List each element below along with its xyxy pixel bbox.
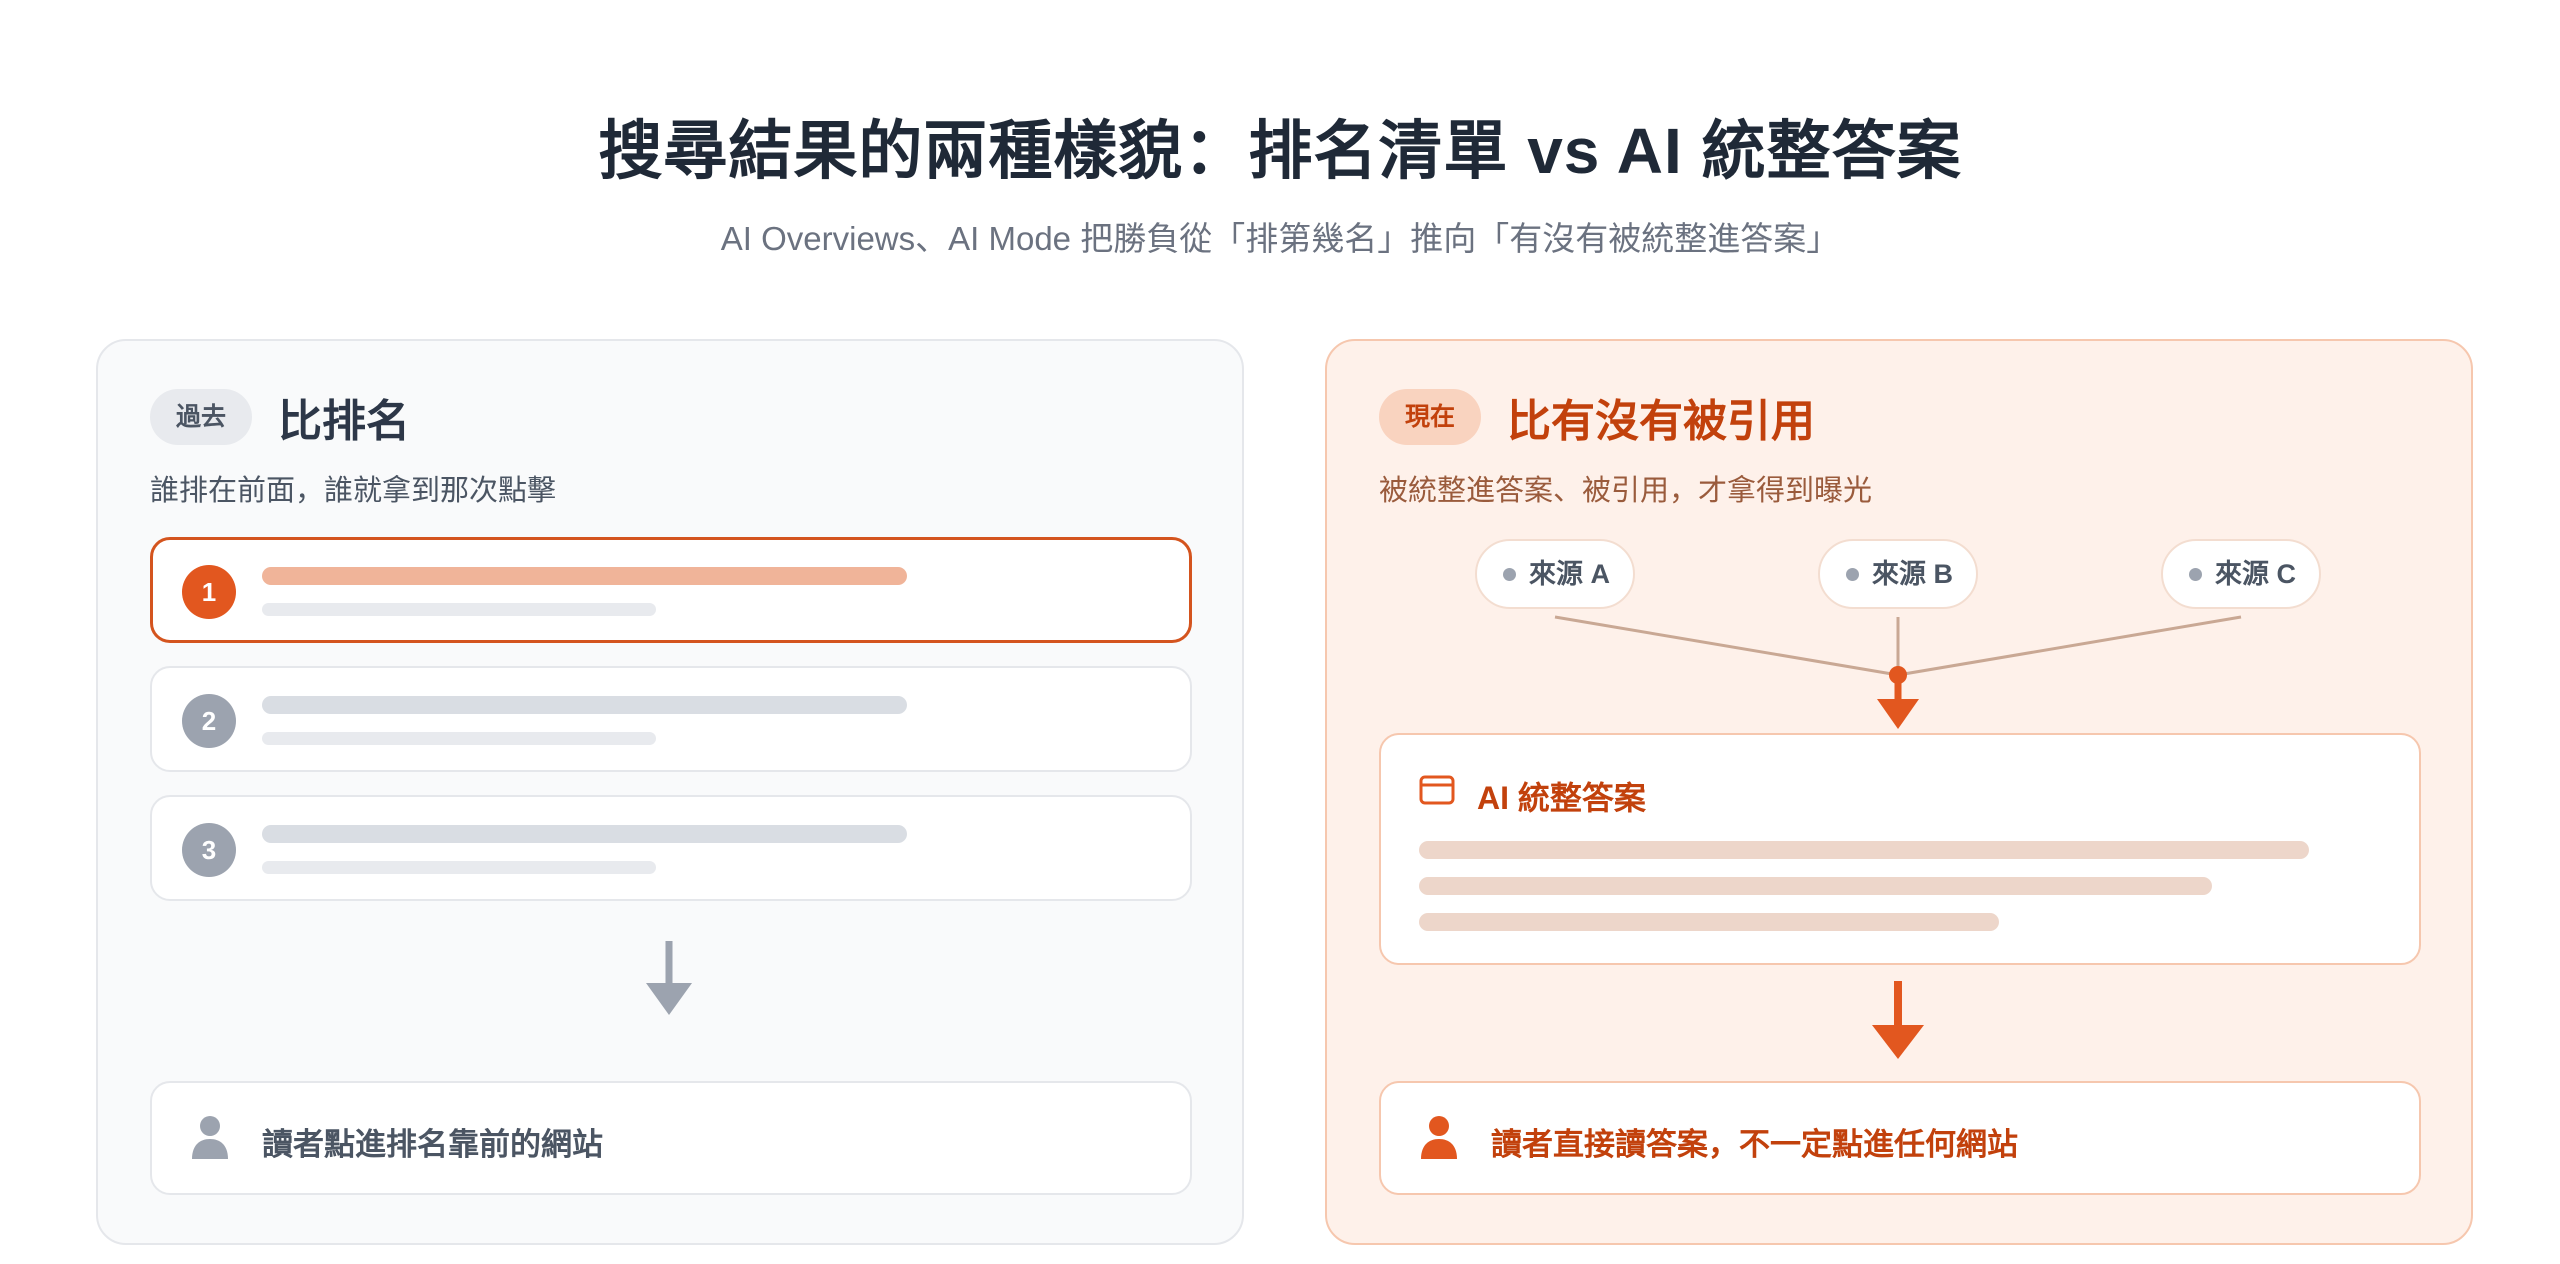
ai-answer-card: AI 統整答案 <box>1379 733 2421 965</box>
dot-icon <box>1846 568 1859 581</box>
page-title: 搜尋結果的兩種樣貌：排名清單 vs AI 統整答案 <box>598 115 1962 187</box>
source-c: 來源 C <box>2161 539 2321 609</box>
source-label: 來源 B <box>1872 559 1953 589</box>
source-a: 來源 A <box>1475 539 1635 609</box>
present-result-text: 讀者直接讀答案，不一定點進任何網站 <box>1491 1127 2018 1162</box>
present-panel: 現在 比有沒有被引用 被統整進答案、被引用，才拿得到曝光 來源 A 來源 B 來… <box>1325 339 2473 1245</box>
browser-window-icon <box>1419 775 1455 805</box>
down-arrow-icon <box>1877 699 1919 729</box>
ai-answer-title: AI 統整答案 <box>1477 780 1646 816</box>
past-result-card: 讀者點進排名靠前的網站 <box>150 1081 1192 1195</box>
source-label: 來源 A <box>1529 559 1610 589</box>
page-subtitle: AI Overviews、AI Mode 把勝負從「排第幾名」推向「有沒有被統整… <box>720 220 1840 257</box>
down-arrow-icon <box>1872 1025 1924 1059</box>
down-arrow-icon <box>646 983 692 1015</box>
past-panel: 過去 比排名 誰排在前面，誰就拿到那次點擊 1 2 3 讀者點進排名靠前的網站 <box>96 339 1244 1245</box>
source-b: 來源 B <box>1818 539 1978 609</box>
answer-placeholder-bar <box>1419 841 2309 859</box>
answer-placeholder-bar <box>1419 913 1999 931</box>
present-result-card: 讀者直接讀答案，不一定點進任何網站 <box>1379 1081 2421 1195</box>
person-icon <box>192 1116 228 1159</box>
page: 搜尋結果的兩種樣貌：排名清單 vs AI 統整答案 AI Overviews、A… <box>0 0 2560 1264</box>
answer-placeholder-bar <box>1419 877 2212 895</box>
person-icon <box>1421 1116 1457 1159</box>
dot-icon <box>1503 568 1516 581</box>
dot-icon <box>2189 568 2202 581</box>
source-label: 來源 C <box>2215 559 2296 589</box>
past-result-text: 讀者點進排名靠前的網站 <box>262 1127 603 1162</box>
